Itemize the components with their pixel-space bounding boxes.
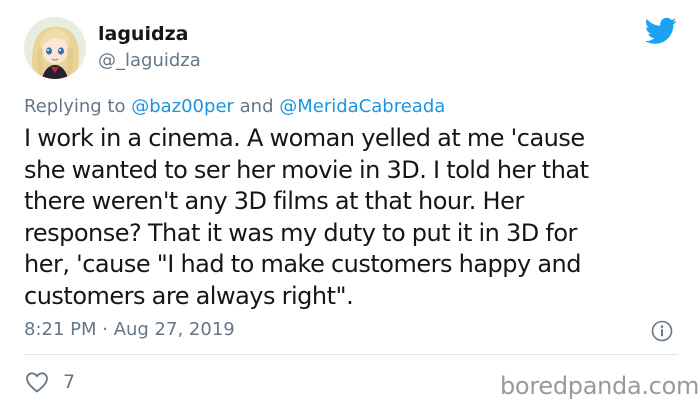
mention-link[interactable]: @MeridaCabreada: [279, 96, 445, 117]
reply-joiner: and: [233, 96, 280, 117]
watermark: boredpanda.com: [500, 372, 700, 400]
twitter-bird-icon[interactable]: [644, 17, 677, 45]
mention-link[interactable]: @baz00per: [131, 96, 234, 117]
like-count: 7: [63, 371, 76, 393]
replying-to-line: Replying to @baz00per and @MeridaCabread…: [24, 95, 445, 119]
display-name[interactable]: laguidza: [98, 22, 188, 46]
info-icon[interactable]: [651, 320, 673, 342]
tweet-card: laguidza @_laguidza Replying to @baz00pe…: [0, 0, 700, 410]
reply-prefix: Replying to: [24, 96, 132, 117]
tweet-timestamp[interactable]: 8:21 PM · Aug 27, 2019: [24, 318, 235, 342]
divider: [24, 354, 678, 355]
heart-icon[interactable]: [25, 371, 49, 393]
user-handle[interactable]: @_laguidza: [98, 50, 201, 72]
avatar[interactable]: [24, 17, 86, 79]
tweet-text: I work in a cinema. A woman yelled at me…: [24, 124, 589, 310]
